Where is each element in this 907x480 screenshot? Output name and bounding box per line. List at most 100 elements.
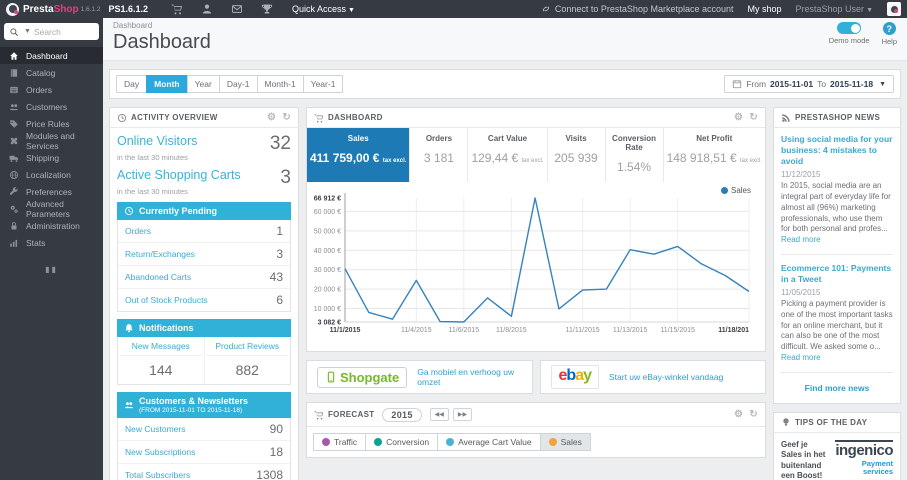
forecast-next-button[interactable]: ▶▶ (452, 408, 473, 421)
sidebar-item-modules[interactable]: Modules and Services (0, 131, 103, 151)
sidebar-item-catalog[interactable]: Catalog (0, 64, 103, 81)
ebay-link[interactable]: Start uw eBay-winkel vandaag (609, 372, 723, 382)
range-button-month-1[interactable]: Month-1 (256, 75, 304, 93)
forecast-legend-avg-cart-value[interactable]: Average Cart Value (437, 433, 541, 451)
gear-icon[interactable]: ⚙ (734, 409, 743, 420)
page-title: Dashboard (113, 31, 211, 53)
read-more-link[interactable]: Read more (781, 353, 821, 362)
range-button-year[interactable]: Year (186, 75, 220, 93)
read-more-link[interactable]: Read more (781, 235, 821, 244)
pending-row-abandoned-carts[interactable]: Abandoned Carts 43 (118, 266, 290, 289)
date-range-picker[interactable]: From 2015-11-01 To 2015-11-18 ▼ (724, 75, 894, 93)
search-input[interactable] (33, 26, 89, 37)
phone-icon (327, 371, 335, 383)
home-icon (10, 51, 18, 60)
sidebar-item-advanced-parameters[interactable]: Advanced Parameters (0, 199, 103, 219)
online-visitors-link[interactable]: Online Visitors (117, 134, 197, 148)
quick-access-menu[interactable]: Quick Access ▼ (292, 4, 355, 14)
ingenico-logo: ingenico Payment services (835, 439, 893, 477)
demo-mode-toggle[interactable] (837, 22, 862, 34)
sidebar-search[interactable]: ▼ (4, 23, 99, 40)
refresh-icon[interactable]: ↻ (749, 112, 758, 123)
chart-legend: Sales (720, 186, 751, 195)
customer-icon[interactable] (201, 3, 213, 15)
cart-icon[interactable] (171, 3, 183, 15)
sidebar-item-dashboard[interactable]: Dashboard (0, 47, 103, 64)
new-messages-cell[interactable]: New Messages 144 (118, 337, 204, 384)
help-icon[interactable]: ? (882, 22, 896, 35)
gear-icon[interactable]: ⚙ (267, 112, 276, 123)
forecast-legend: Traffic Conversion Average Cart Value Sa… (307, 427, 765, 457)
gears-icon (10, 205, 18, 213)
range-button-day-1[interactable]: Day-1 (218, 75, 258, 93)
sidebar-item-administration[interactable]: Administration (0, 217, 103, 234)
svg-text:66 912 €: 66 912 € (314, 196, 341, 203)
cart-icon (314, 410, 324, 419)
user-avatar[interactable] (887, 2, 901, 16)
shopgate-link[interactable]: Ga mobiel en verhoog uw omzet (417, 367, 521, 387)
sidebar-item-shipping[interactable]: Shipping (0, 149, 103, 166)
date-to: 2015-11-18 (830, 79, 874, 89)
metric-net-profit[interactable]: Net Profit 148 918,51 € tax excl. (664, 128, 765, 182)
refresh-icon[interactable]: ↻ (282, 112, 291, 123)
link-icon (542, 6, 549, 12)
globe-icon (9, 170, 19, 179)
tag-icon (10, 119, 18, 128)
metric-conversion-rate[interactable]: Conversion Rate 1.54% (606, 128, 664, 182)
metric-visits[interactable]: Visits 205 939 (548, 128, 606, 182)
sidebar-item-customers[interactable]: Customers (0, 98, 103, 115)
range-button-month[interactable]: Month (146, 75, 188, 93)
traffic-dot (322, 438, 330, 446)
lightbulb-icon (783, 418, 789, 426)
metric-orders[interactable]: Orders 3 181 (410, 128, 469, 182)
sidebar-collapse-button[interactable]: ▮▮ (0, 265, 103, 274)
refresh-icon[interactable]: ↻ (749, 409, 758, 420)
search-scope-caret-icon[interactable]: ▼ (24, 28, 31, 35)
news-article-title[interactable]: Ecommerce 101: Payments in a Tweet (781, 263, 893, 285)
news-article-title[interactable]: Using social media for your business: 4 … (781, 134, 893, 167)
page-header: Dashboard Dashboard Demo mode ? Help (103, 18, 907, 61)
range-button-day[interactable]: Day (116, 75, 148, 93)
prestashop-news-panel: PRESTASHOP NEWS Using social media for y… (773, 107, 901, 404)
find-more-news-link[interactable]: Find more news (781, 381, 893, 397)
breadcrumb: Dashboard (113, 21, 153, 30)
pending-row-orders[interactable]: Orders 1 (118, 220, 290, 243)
forecast-legend-sales[interactable]: Sales (539, 433, 591, 451)
customers-section-header: Customers & Newsletters (FROM 2015-11-01 … (117, 392, 291, 418)
forecast-legend-conversion[interactable]: Conversion (365, 433, 439, 451)
sidebar-item-stats[interactable]: Stats (0, 234, 103, 251)
svg-text:3 082 €: 3 082 € (318, 320, 341, 327)
new-subscriptions-row[interactable]: New Subscriptions 18 (118, 441, 290, 464)
sidebar-item-price-rules[interactable]: Price Rules (0, 115, 103, 132)
dashboard-panel: DASHBOARD ⚙ ↻ Sales 411 759,00 € tax excl… (306, 107, 766, 352)
new-customers-row[interactable]: New Customers 90 (118, 418, 290, 441)
clock-icon (124, 206, 134, 216)
metric-sales[interactable]: Sales 411 759,00 € tax excl. (307, 128, 411, 182)
metric-cart-value[interactable]: Cart Value 129,44 € tax excl. (468, 128, 548, 182)
my-shop-link[interactable]: My shop (748, 4, 782, 14)
bell-icon (125, 324, 133, 333)
total-subscribers-row[interactable]: Total Subscribers 1308 (118, 464, 290, 480)
sidebar-item-orders[interactable]: Orders (0, 81, 103, 98)
sidebar-item-localization[interactable]: Localization (0, 166, 103, 183)
activity-panel-title: ACTIVITY OVERVIEW (131, 113, 218, 122)
svg-text:10 000 €: 10 000 € (314, 306, 341, 313)
ebay-banner: ebay Start uw eBay-winkel vandaag (539, 360, 766, 394)
active-carts-link[interactable]: Active Shopping Carts (117, 168, 241, 182)
forecast-legend-traffic[interactable]: Traffic (313, 433, 367, 451)
svg-text:11/18/201: 11/18/201 (718, 327, 749, 334)
mail-icon[interactable] (231, 3, 243, 15)
trophy-icon[interactable] (261, 3, 273, 15)
product-reviews-cell[interactable]: Product Reviews 882 (203, 337, 291, 384)
forecast-prev-button[interactable]: ◀◀ (429, 408, 449, 421)
range-button-year-1[interactable]: Year-1 (302, 75, 344, 93)
legend-label: Sales (730, 186, 751, 195)
book-icon (10, 68, 18, 77)
sidebar-item-preferences[interactable]: Preferences (0, 183, 103, 200)
gear-icon[interactable]: ⚙ (734, 112, 743, 123)
sales-dot (548, 438, 557, 446)
pending-row-returns[interactable]: Return/Exchanges 3 (118, 243, 290, 266)
user-menu[interactable]: PrestaShop User ▼ (796, 4, 873, 14)
pending-row-out-of-stock[interactable]: Out of Stock Products 6 (118, 289, 290, 311)
marketplace-link[interactable]: Connect to PrestaShop Marketplace accoun… (541, 4, 734, 14)
